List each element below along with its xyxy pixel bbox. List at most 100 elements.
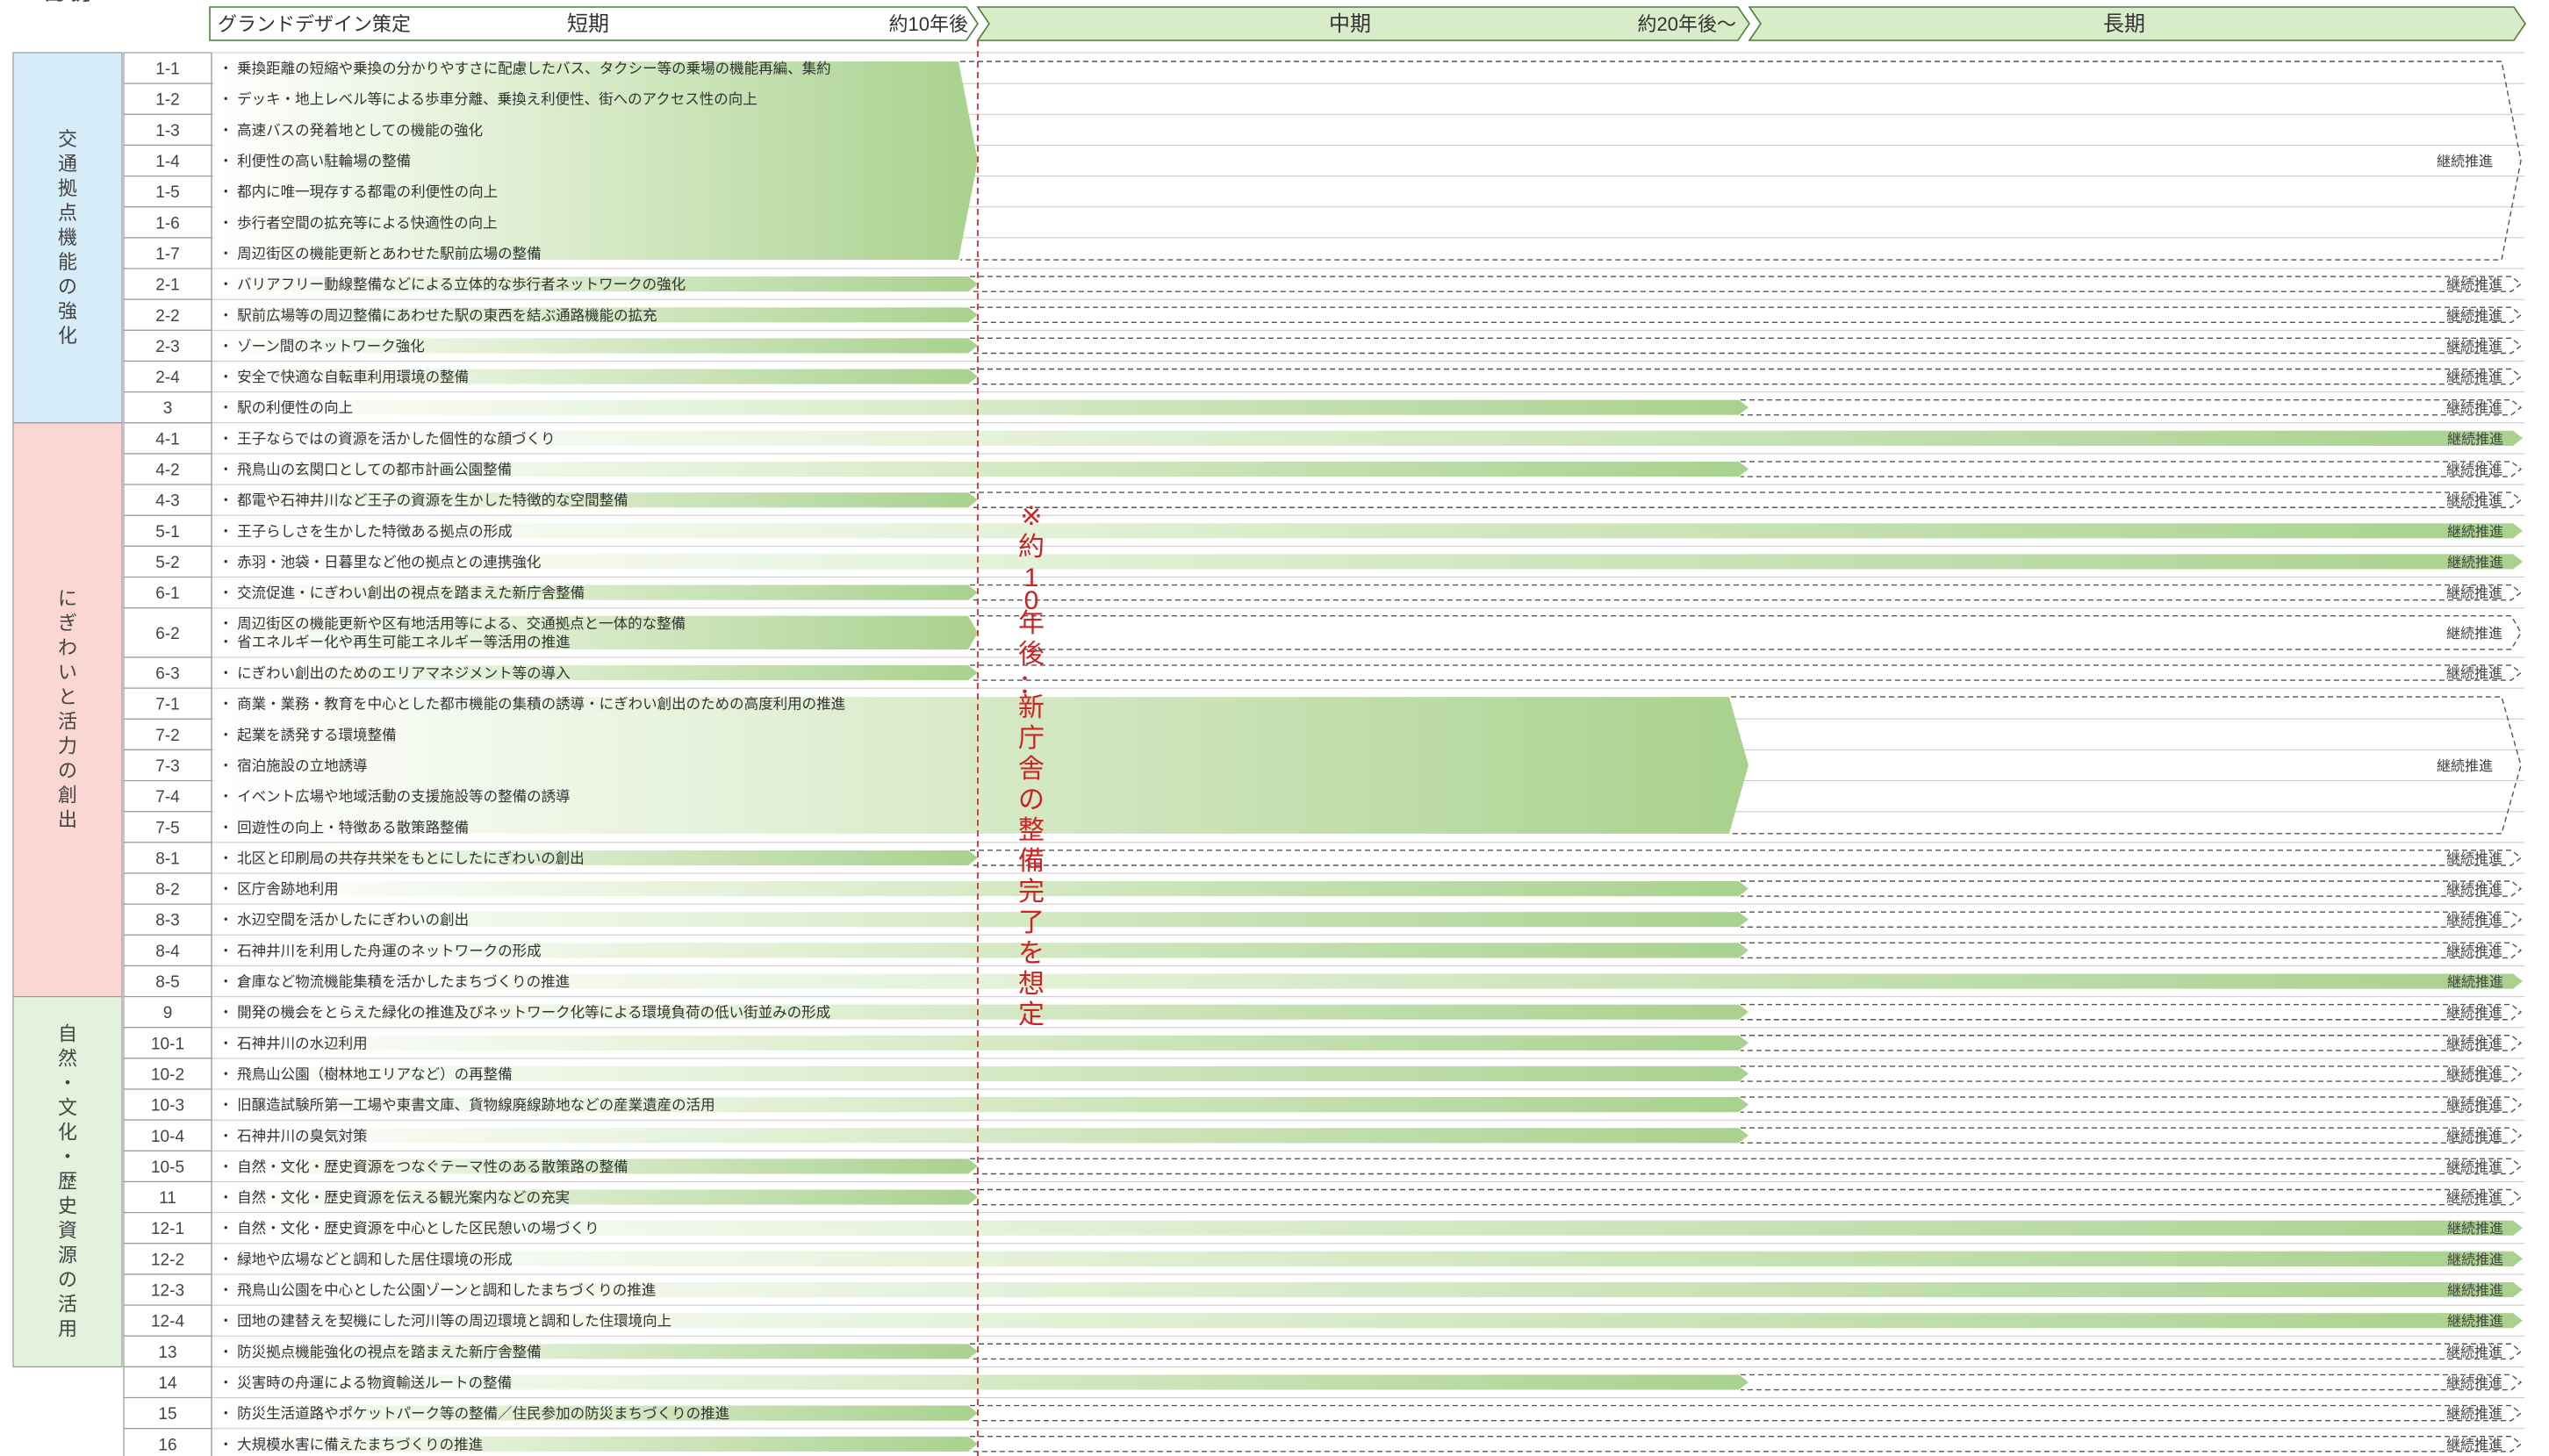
row-text: ・ にぎわい創出のためのエリアマネジメント等の導入 — [219, 665, 571, 682]
row-text: ・ 利便性の高い駐輪場の整備 — [219, 153, 411, 169]
annotation-text: ※約 1 0 年後：新庁舎の整備完了を想定 — [1018, 502, 1045, 1029]
row-number: 9 — [163, 1004, 173, 1022]
category-label: 交通拠点機能の強化 — [58, 128, 77, 347]
phase-header: グランドデザイン策定 短期 約10年後 中期 約20年後～ 長期 — [209, 6, 2526, 41]
schedule-bar — [214, 523, 2523, 539]
row-number: 10-3 — [151, 1097, 184, 1115]
row-text: ・ 旧醸造試験所第一工場や東書文庫、貨物線廃線跡地などの産業遺産の活用 — [219, 1097, 715, 1114]
continue-label: 継続推進 — [2447, 1252, 2503, 1267]
continue-bar — [1741, 880, 2523, 897]
row-number: 8-3 — [155, 912, 179, 930]
row-number: 6-3 — [155, 665, 179, 684]
row-text: ・ 乗換距離の短縮や乗換の分かりやすさに配慮したバス、タクシー等の乗場の機能再編… — [219, 61, 831, 77]
continue-label: 継続推進 — [2447, 431, 2503, 447]
phase-label: 短期 — [567, 12, 609, 36]
schedule-bar — [214, 1035, 1748, 1051]
row-text: ・ 周辺街区の機能更新とあわせた駅前広場の整備 — [219, 245, 542, 262]
row-number: 8-4 — [155, 943, 180, 961]
continue-label: 継続推進 — [2446, 666, 2502, 682]
row-number: 6-2 — [155, 625, 179, 643]
row-text: ・ 災害時の舟運による物資輸送ルートの整備 — [219, 1374, 512, 1391]
row-text: ・ 防災生活道路やポケットパーク等の整備／住民参加の防災まちづくりの推進 — [219, 1405, 729, 1422]
continue-bar — [970, 368, 2523, 385]
continue-label: 継続推進 — [2446, 1066, 2502, 1082]
continue-bar — [970, 337, 2523, 355]
row-text: ・ 自然・文化・歴史資源を伝える観光案内などの充実 — [219, 1189, 570, 1206]
row-number: 1-6 — [155, 214, 179, 233]
row-text: ・ 赤羽・池袋・日暮里など他の拠点との連携強化 — [219, 554, 541, 570]
row-text: ・ 飛鳥山公園を中心とした公園ゾーンと調和したまちづくりの推進 — [219, 1282, 656, 1299]
row-text: ・ 防災拠点機能強化の視点を踏まえた新庁舎整備 — [219, 1344, 542, 1360]
continue-bar — [970, 276, 2523, 292]
continue-label: 継続推進 — [2446, 913, 2502, 929]
row-text: ・ 周辺街区の機能更新や区有地活用等による、交通拠点と一体的な整備 — [219, 615, 686, 632]
continue-label: 継続推進 — [2446, 369, 2502, 385]
continue-label: 継続推進 — [2446, 493, 2502, 509]
row-text: ・ 安全で快適な自転車利用環境の整備 — [219, 369, 469, 385]
row-text: ・ 飛鳥山の玄関口としての都市計画公園整備 — [219, 462, 512, 478]
phase-label: 中期 — [1329, 12, 1371, 36]
row-text: ・ イベント広場や地域活動の支援施設等の整備の誘導 — [219, 788, 571, 805]
row-number: 8-5 — [155, 973, 179, 992]
row-text: ・ 開発の機会をとらえた緑化の推進及びネットワーク化等による環境負荷の低い街並み… — [219, 1004, 830, 1021]
row-number: 2-4 — [155, 369, 180, 387]
continue-label: 継続推進 — [2446, 1129, 2502, 1144]
continue-label: 継続推進 — [2446, 1345, 2502, 1360]
continue-label: 継続推進 — [2446, 882, 2502, 898]
continue-label: 継続推進 — [2446, 585, 2502, 601]
row-number: 13 — [158, 1344, 176, 1362]
continue-label: 継続推進 — [2446, 1437, 2502, 1452]
row-number: 4-3 — [155, 492, 179, 511]
row-text: ・ 王子ならではの資源を活かした個性的な顔づくり — [219, 430, 556, 447]
row-text: ・ 区庁舎跡地利用 — [219, 881, 339, 898]
continue-bar — [1741, 1065, 2523, 1082]
phase-note: グランドデザイン策定 — [218, 13, 411, 35]
continue-bar — [970, 1343, 2523, 1360]
row-number: 10-5 — [151, 1158, 184, 1177]
continue-label: 継続推進 — [2447, 974, 2503, 990]
row-number: 15 — [158, 1405, 176, 1424]
continue-bar — [1741, 911, 2523, 928]
row-text: ・ 石神井川の水辺利用 — [219, 1035, 368, 1051]
row-number: 1-3 — [155, 122, 179, 140]
row-number: 14 — [158, 1374, 177, 1393]
schedule-bar — [214, 880, 1748, 897]
row-number: 2-2 — [155, 307, 179, 326]
continue-label: 継続推進 — [2446, 943, 2502, 959]
row-number: 1-4 — [155, 153, 180, 171]
continue-label: 継続推進 — [2446, 1190, 2502, 1206]
schedule-bar — [214, 430, 2523, 446]
row-number: 12-4 — [151, 1313, 184, 1331]
schedule-bar — [214, 399, 1748, 415]
continue-label: 継続推進 — [2446, 1005, 2502, 1021]
row-number: 5-2 — [155, 554, 179, 572]
phase-label: 長期 — [2103, 12, 2145, 36]
continue-label: 継続推進 — [2447, 1221, 2503, 1237]
continue-label: 継続推進 — [2447, 555, 2503, 570]
continue-label: 継続推進 — [2446, 850, 2502, 866]
row-number: 7-2 — [155, 727, 179, 745]
row-text: ・ 倉庫など物流機能集積を活かしたまちづくりの推進 — [219, 973, 570, 990]
continue-bar — [1741, 1035, 2523, 1051]
continue-bar — [1741, 461, 2523, 477]
continue-bar — [1741, 1127, 2523, 1144]
row-text: ・ 駅前広場等の周辺整備にあわせた駅の東西を結ぶ通路機能の拡充 — [219, 307, 657, 324]
continue-bar — [1741, 1003, 2523, 1021]
row-text: ・ 王子らしさを生かした特徴ある拠点の形成 — [219, 523, 513, 540]
row-text: ・ 北区と印刷局の共存共栄をもとにしたにぎわいの創出 — [219, 850, 585, 866]
row-number: 10-1 — [151, 1035, 184, 1053]
continue-bar — [970, 850, 2523, 866]
continue-label: 継続推進 — [2446, 277, 2502, 293]
continue-label: 継続推進 — [2437, 154, 2493, 169]
continue-bar — [1741, 1374, 2523, 1391]
continue-label: 継続推進 — [2446, 1036, 2502, 1051]
continue-label: 継続推進 — [2446, 1375, 2502, 1391]
schedule-bar — [214, 697, 1748, 834]
row-text: ・ ゾーン間のネットワーク強化 — [219, 338, 425, 355]
row-number: 2-3 — [155, 338, 179, 356]
row-number: 1-2 — [155, 91, 179, 110]
continue-bar — [970, 664, 2523, 681]
row-number: 6-1 — [155, 585, 179, 603]
row-text: ・ 省エネルギー化や再生可能エネルギー等活用の推進 — [219, 634, 571, 650]
schedule-bar — [214, 554, 2523, 570]
